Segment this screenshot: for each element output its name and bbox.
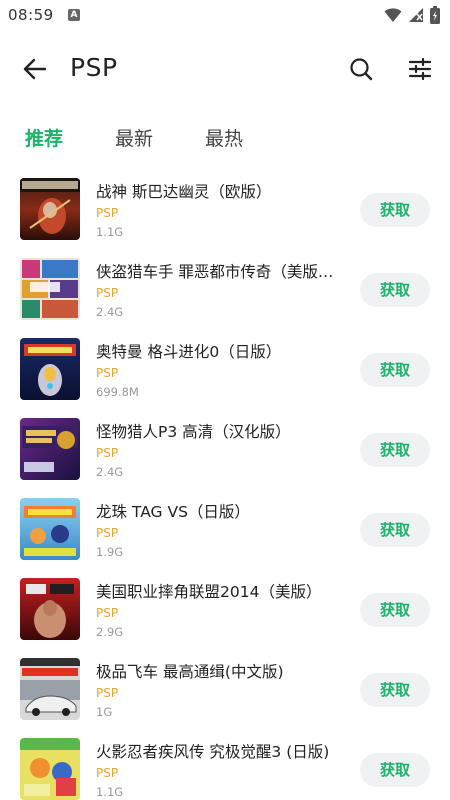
list-item[interactable]: 美国职业摔角联盟2014（美版） PSP 2.9G 获取 <box>0 578 450 658</box>
game-title: 侠盗猎车手 罪恶都市传奇（美版… <box>96 263 334 281</box>
get-button[interactable]: 获取 <box>360 193 430 227</box>
search-icon <box>349 57 373 85</box>
list-item[interactable]: 极品飞车 最高通缉(中文版) PSP 1G 获取 <box>0 658 450 738</box>
game-platform: PSP <box>96 526 119 540</box>
tab-hottest[interactable]: 最热 <box>205 124 243 151</box>
filter-button[interactable] <box>403 54 437 88</box>
battery-icon <box>430 6 440 28</box>
list-item[interactable]: 奥特曼 格斗进化0（日版） PSP 699.8M 获取 <box>0 338 450 418</box>
wifi-icon <box>384 7 402 27</box>
wwe-2k14-cover <box>20 578 80 640</box>
ultraman-cover <box>20 338 80 400</box>
game-platform: PSP <box>96 366 119 380</box>
game-size: 2.4G <box>96 305 124 319</box>
list-item[interactable]: 侠盗猎车手 罪恶都市传奇（美版… PSP 2.4G 获取 <box>0 258 450 338</box>
monster-hunter-cover <box>20 418 80 480</box>
status-bar: 08:59 A <box>0 0 450 32</box>
search-button[interactable] <box>344 54 378 88</box>
game-platform: PSP <box>96 286 119 300</box>
get-button[interactable]: 获取 <box>360 513 430 547</box>
game-size: 1.1G <box>96 225 124 239</box>
game-size: 2.4G <box>96 465 124 479</box>
get-button[interactable]: 获取 <box>360 353 430 387</box>
get-button[interactable]: 获取 <box>360 273 430 307</box>
list-item[interactable]: 战神 斯巴达幽灵（欧版） PSP 1.1G 获取 <box>0 178 450 258</box>
game-platform: PSP <box>96 606 119 620</box>
app-header: PSP <box>0 40 450 100</box>
tab-bar: 推荐 最新 最热 <box>0 124 450 158</box>
status-time: 08:59 <box>8 6 54 24</box>
list-item[interactable]: 怪物猎人P3 高清（汉化版） PSP 2.4G 获取 <box>0 418 450 498</box>
list-item[interactable]: 龙珠 TAG VS（日版） PSP 1.9G 获取 <box>0 498 450 578</box>
dragon-ball-cover <box>20 498 80 560</box>
get-button[interactable]: 获取 <box>360 673 430 707</box>
game-platform: PSP <box>96 446 119 460</box>
game-size: 699.8M <box>96 385 139 399</box>
sliders-icon <box>408 57 432 84</box>
game-size: 1G <box>96 705 113 719</box>
page-title: PSP <box>70 53 118 82</box>
get-button[interactable]: 获取 <box>360 753 430 787</box>
game-size: 1.1G <box>96 785 124 799</box>
game-title: 龙珠 TAG VS（日版） <box>96 503 250 521</box>
game-title: 极品飞车 最高通缉(中文版) <box>96 663 284 681</box>
arrow-left-icon <box>23 58 47 84</box>
get-button[interactable]: 获取 <box>360 593 430 627</box>
gta-vice-city-cover <box>20 258 80 320</box>
list-item[interactable]: 火影忍者疾风传 究极觉醒3 (日版) PSP 1.1G 获取 <box>0 738 450 800</box>
get-button[interactable]: 获取 <box>360 433 430 467</box>
game-platform: PSP <box>96 686 119 700</box>
need-for-speed-cover <box>20 658 80 720</box>
signal-icon <box>408 7 424 27</box>
game-title: 火影忍者疾风传 究极觉醒3 (日版) <box>96 743 330 761</box>
notification-icon: A <box>68 9 80 21</box>
naruto-cover <box>20 738 80 800</box>
game-platform: PSP <box>96 766 119 780</box>
status-icons <box>384 6 440 28</box>
game-platform: PSP <box>96 206 119 220</box>
game-title: 美国职业摔角联盟2014（美版） <box>96 583 322 601</box>
back-button[interactable] <box>18 54 52 88</box>
game-size: 1.9G <box>96 545 124 559</box>
tab-latest[interactable]: 最新 <box>115 124 153 151</box>
god-of-war-cover <box>20 178 80 240</box>
game-title: 怪物猎人P3 高清（汉化版） <box>96 423 291 441</box>
game-size: 2.9G <box>96 625 124 639</box>
game-title: 奥特曼 格斗进化0（日版） <box>96 343 282 361</box>
game-title: 战神 斯巴达幽灵（欧版） <box>96 183 272 201</box>
tab-recommended[interactable]: 推荐 <box>25 124 63 151</box>
